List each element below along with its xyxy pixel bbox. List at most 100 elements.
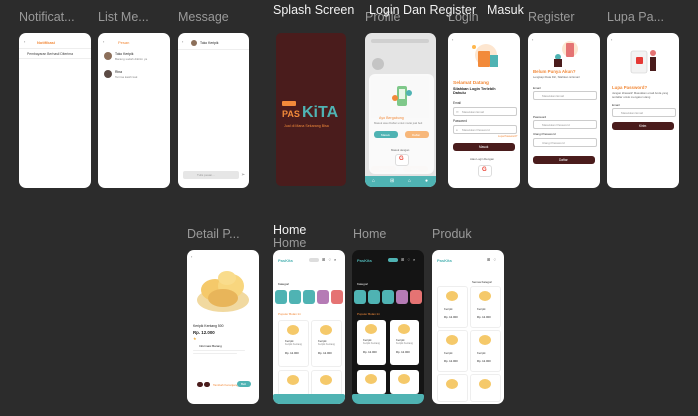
lr-login-button[interactable]: Masuk [374,131,398,138]
frame-home-b[interactable]: PasKita ⊞ ♢ ⌕ Kategori Populer Bulan Ini… [352,250,424,404]
frame-login-register-card[interactable]: Ayo Bergabung Masuk atau Daftar untuk mu… [369,74,434,174]
frame-label-home-a[interactable]: Home [273,223,306,237]
google-icon[interactable]: G [395,154,409,166]
frame-label-produk[interactable]: Produk [432,227,472,241]
product-card[interactable]: Keripik Keripik Kentang Rp. 12.000 [390,320,419,365]
frame-produk[interactable]: PasKita ⊞ ♢ Semua Kategori Keripik Rp. 1… [432,250,504,404]
frame-splash[interactable]: PAS KiTA Jual di Mana Sekarang Bisa [276,33,346,186]
category-other[interactable] [410,290,422,304]
product-card[interactable]: Keripik Rp. 12.000 [470,330,501,372]
lr-register-button[interactable]: Daftar [405,131,429,138]
category-clothes[interactable] [303,290,315,304]
frame-label-login[interactable]: Login [448,10,479,24]
theme-toggle[interactable] [388,258,398,262]
forgot-password-link[interactable]: Lupa Password? [498,135,517,138]
product-card[interactable]: Keripik Rp. 12.000 [437,286,468,328]
frame-label-home-b[interactable]: Home [353,227,386,241]
product-card[interactable]: Keripik Rp. 12.000 [470,286,501,328]
cart-icon[interactable]: ⊞ [487,257,490,262]
bottom-nav[interactable] [352,394,424,404]
frame-label-lupa-password[interactable]: Lupa Pa... [607,10,677,24]
notif-item[interactable]: Pembayaran Berhasil Diterima [27,52,73,56]
bell-icon[interactable]: ⌂ [408,178,411,184]
frame-notifikasi[interactable]: ‹ Notifikasi Pembayaran Berhasil Diterim… [19,33,91,188]
frame-home-a[interactable]: PasKita ⊞ ♢ ⌕ Kategori Populer Bulan Ini… [273,250,345,404]
frame-label-notifikasi[interactable]: Notificat... [19,10,91,24]
user-icon[interactable]: ● [425,178,428,184]
google-icon[interactable]: G [478,165,492,177]
category-food[interactable] [275,290,287,304]
frame-label-splash[interactable]: Splash Screen [273,3,354,17]
register-button[interactable]: Daftar [533,156,595,164]
password-label: Password [453,119,467,123]
category-filter[interactable]: Semua Kategori [472,280,492,284]
chat-name[interactable]: Toko Keripik [115,52,133,56]
category-other[interactable] [331,290,343,304]
message-input[interactable]: Tulis pesan... [183,171,239,179]
reg-email-field[interactable]: Masukkan Email [533,91,597,100]
forgot-email-field[interactable]: Masukkan Email [612,108,676,117]
back-icon[interactable]: ‹ [182,39,183,44]
product-card[interactable]: Keripik Keripik Kentang Rp. 12.000 [278,320,309,367]
reg-confirm-field[interactable]: Ulangi Password [533,138,597,147]
category-drink[interactable] [368,290,380,304]
frame-register[interactable]: ‹ Belum Punya Akun? Lengkapi Data Diri, … [528,33,600,188]
product-card[interactable] [311,370,342,396]
profile-bottom-nav[interactable]: ⌂ ⊞ ⌂ ● [365,176,436,187]
svg-text:KiTA: KiTA [302,104,339,121]
phone-illustration-icon [391,84,413,110]
frame-list-message[interactable]: ‹ Pesan Toko Keripik Barang sudah dikiri… [98,33,170,188]
theme-toggle[interactable] [309,258,319,262]
frame-lupa-password[interactable]: ‹ Lupa Password? Jangan khawatir! Masukk… [607,33,679,188]
chat-icon[interactable] [197,382,203,387]
product-card[interactable] [357,370,386,394]
category-food[interactable] [354,290,366,304]
reg-password-field[interactable]: Masukkan Password [533,120,597,129]
frame-detail-produk[interactable]: ‹ Keripik Kentang 500 Rp. 12.000 ★ Infor… [187,250,259,404]
bottom-nav[interactable] [273,394,345,404]
chat-name[interactable]: Rina [115,70,122,74]
send-icon[interactable]: ➢ [241,172,245,178]
category-drink[interactable] [289,290,301,304]
frame-message[interactable]: ‹ Toko Keripik Tulis pesan... ➢ [178,33,249,188]
cart-icon[interactable]: ⊞ [390,178,394,184]
cart-icon[interactable]: ⊞ [401,257,404,262]
frame-label-message[interactable]: Message [178,10,248,24]
category-cosmetic[interactable] [396,290,408,304]
frame-login[interactable]: ‹ Selamat Datang Silahkan Login Terlebih… [448,33,520,188]
forgot-submit-button[interactable]: Kirim [612,122,674,130]
cart-icon[interactable]: ⊞ [322,257,325,262]
back-icon[interactable]: ‹ [532,37,533,42]
login-button[interactable]: Masuk [453,143,515,151]
bell-icon[interactable]: ♢ [407,257,411,262]
frame-label-list-message[interactable]: List Me... [98,10,170,24]
product-card[interactable]: Keripik Keripik Kentang Rp. 12.000 [311,320,342,367]
email-field[interactable]: ✉ Masukkan Email [453,107,517,116]
search-icon[interactable]: ⌕ [413,257,415,262]
cart-icon[interactable] [204,382,210,387]
add-to-cart-link[interactable]: Tambah Keranjang [213,383,238,387]
product-card[interactable]: Keripik Rp. 12.000 [437,330,468,372]
search-icon[interactable]: ⌕ [334,257,336,262]
back-icon[interactable]: ‹ [191,254,192,259]
back-icon[interactable]: ‹ [24,39,25,44]
bell-icon[interactable]: ♢ [328,257,332,262]
category-cosmetic[interactable] [317,290,329,304]
frame-label-home-a-sub[interactable]: Home [273,236,306,250]
product-card[interactable] [470,374,501,402]
home-icon[interactable]: ⌂ [372,178,375,184]
back-icon[interactable]: ‹ [452,37,453,42]
product-card[interactable] [437,374,468,402]
buy-button[interactable]: Beli [237,381,251,387]
product-card[interactable] [390,370,419,394]
bell-icon[interactable]: ♢ [493,257,497,262]
product-card[interactable]: Keripik Keripik Kentang Rp. 12.000 [357,320,386,365]
frame-label-register[interactable]: Register [528,10,575,24]
frame-label-detail[interactable]: Detail P... [187,227,251,241]
back-icon[interactable]: ‹ [611,37,612,42]
category-clothes[interactable] [382,290,394,304]
back-icon[interactable]: ‹ [103,39,104,44]
forgot-subtitle: Jangan khawatir! Masukkan email Anda yan… [612,91,669,99]
product-card[interactable] [278,370,309,396]
password-field[interactable]: ● Masukkan Password [453,125,517,134]
